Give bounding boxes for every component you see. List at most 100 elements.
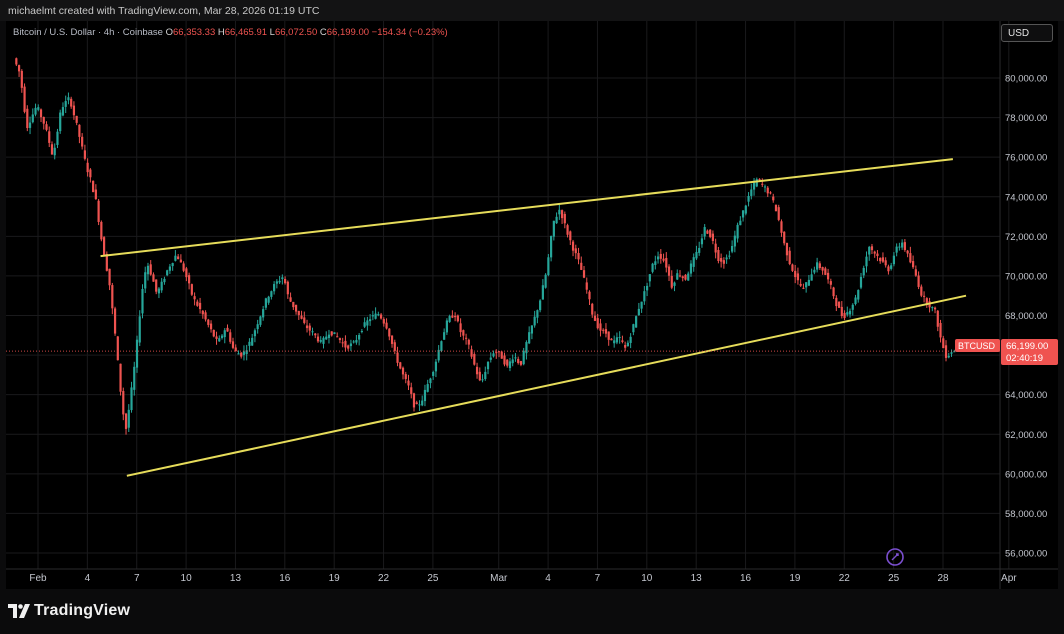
candle-body xyxy=(75,115,78,123)
candle-body xyxy=(127,409,130,428)
candle-body xyxy=(530,325,534,334)
candle-body xyxy=(684,274,687,280)
candle-body xyxy=(868,246,871,255)
tradingview-logo[interactable]: TradingView xyxy=(8,602,130,620)
price-chart[interactable]: 80,000.00 78,000.00 76,000.00 74,000.00 72,0… xyxy=(6,21,1058,589)
candle-body xyxy=(656,256,660,260)
candle-body xyxy=(506,359,509,366)
open-label: O xyxy=(165,27,173,38)
candle-body xyxy=(454,315,457,318)
candle-body xyxy=(122,391,125,415)
candle-body xyxy=(440,341,443,352)
time-axis[interactable]: Feb 4 7 10 13 16 19 22 25 Mar 4 7 10 13 16 19 22 25 28 Apr xyxy=(29,573,1017,584)
candle-body xyxy=(837,301,841,308)
candle-body xyxy=(61,107,65,116)
tradingview-brand-name: TradingView xyxy=(34,602,131,619)
candle-body xyxy=(681,276,684,279)
candle-body xyxy=(695,251,698,259)
candle-body xyxy=(42,117,45,124)
candle-body xyxy=(407,380,410,386)
candle-body xyxy=(914,269,917,276)
candle-body xyxy=(294,304,298,312)
candle-body xyxy=(231,341,235,348)
candle-body xyxy=(429,378,432,384)
time-tick-label: 13 xyxy=(691,573,703,584)
candle-body xyxy=(325,336,328,340)
candle-body xyxy=(514,357,517,359)
candle-body xyxy=(456,315,459,322)
candle-body xyxy=(253,330,257,337)
candle-body xyxy=(185,268,188,278)
candle-body xyxy=(242,351,246,355)
candle-body xyxy=(890,265,893,269)
candle-body xyxy=(92,180,95,193)
candle-body xyxy=(774,204,778,212)
candle-body xyxy=(344,340,347,348)
time-tick-label: 19 xyxy=(329,573,341,584)
candle-body xyxy=(645,285,649,291)
price-axis[interactable]: 80,000.00 78,000.00 76,000.00 74,000.00 72,0… xyxy=(1005,74,1047,560)
candle-body xyxy=(259,316,262,325)
price-tick-label: 74,000.00 xyxy=(1005,192,1047,203)
candle-body xyxy=(714,243,717,253)
candle-body xyxy=(336,336,339,338)
candle-body xyxy=(917,275,920,287)
price-tick-label: 56,000.00 xyxy=(1005,549,1047,560)
candle-body xyxy=(56,131,59,145)
chart-area[interactable]: 80,000.00 78,000.00 76,000.00 74,000.00 72,0… xyxy=(6,21,1058,589)
time-tick-label: 19 xyxy=(789,573,801,584)
candle-body xyxy=(292,301,295,308)
reset-scale-icon[interactable] xyxy=(886,548,904,566)
candle-body xyxy=(396,352,399,363)
time-tick-label: 4 xyxy=(545,573,551,584)
footer xyxy=(0,592,1064,634)
candle-body xyxy=(728,255,731,257)
candle-body xyxy=(209,323,213,330)
candle-body xyxy=(473,354,476,365)
price-tick-label: 58,000.00 xyxy=(1005,509,1047,520)
candle-body xyxy=(256,324,259,330)
time-tick-label: 22 xyxy=(839,573,851,584)
candle-body xyxy=(467,339,470,345)
price-tick-label: 72,000.00 xyxy=(1005,232,1047,243)
candle-body xyxy=(333,332,336,334)
candle-body xyxy=(947,355,950,358)
candle-body xyxy=(297,310,300,315)
candle-body xyxy=(865,256,868,267)
candle-body xyxy=(462,330,465,336)
candle-body xyxy=(596,318,599,329)
candle-body xyxy=(574,248,577,254)
candle-body xyxy=(305,325,309,329)
candle-body xyxy=(717,249,720,261)
candle-body xyxy=(360,330,363,332)
candle-body xyxy=(166,270,169,276)
candle-body xyxy=(341,342,344,344)
candle-body xyxy=(15,58,18,65)
candle-body xyxy=(541,285,544,300)
candle-body xyxy=(621,340,624,342)
candle-body xyxy=(478,371,481,381)
candle-body xyxy=(802,287,805,289)
candle-body xyxy=(522,350,525,365)
tradingview-logo-icon xyxy=(8,604,30,618)
candle-body xyxy=(149,264,152,275)
candle-body xyxy=(824,268,827,275)
candle-body xyxy=(31,114,34,123)
candle-body xyxy=(97,200,100,222)
candle-body xyxy=(81,136,84,147)
candle-body xyxy=(89,169,92,178)
candle-body xyxy=(113,308,117,334)
candle-body xyxy=(188,275,191,284)
candle-body xyxy=(780,221,783,233)
candle-body xyxy=(303,317,306,323)
time-tick-label: 16 xyxy=(279,573,291,584)
candle-body xyxy=(492,353,495,357)
candle-body xyxy=(135,339,139,368)
candle-body xyxy=(635,316,638,328)
currency-button[interactable]: USD xyxy=(1001,24,1053,42)
candle-body xyxy=(840,306,843,317)
candle-body xyxy=(155,279,158,292)
candle-body xyxy=(215,336,218,339)
candle-body xyxy=(805,282,808,288)
candle-body xyxy=(950,352,953,354)
